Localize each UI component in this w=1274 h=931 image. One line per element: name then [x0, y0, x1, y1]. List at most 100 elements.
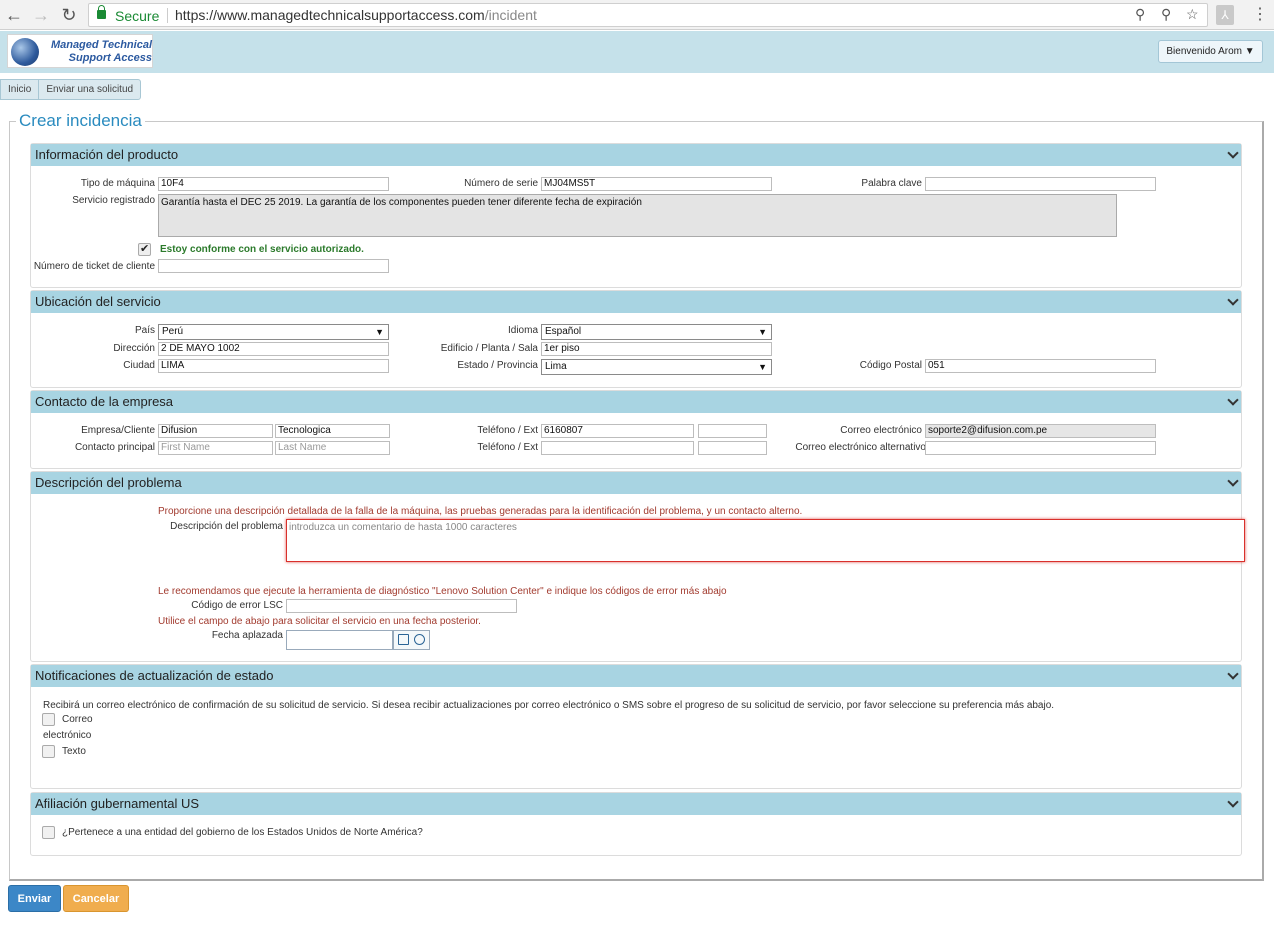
serial-field[interactable]: MJ04MS5T: [541, 177, 772, 191]
alt-email-label: Correo electrónico alternativo: [795, 442, 926, 453]
ticket-field[interactable]: [158, 259, 389, 273]
last-name-field[interactable]: Last Name: [275, 441, 390, 455]
email-option-checkbox[interactable]: [42, 713, 55, 726]
gov-checkbox[interactable]: [42, 826, 55, 839]
url-text[interactable]: https://www.managedtechnicalsupportacces…: [175, 7, 537, 23]
lsc-note: Le recomendamos que ejecute la herramien…: [158, 586, 727, 597]
text-option-checkbox[interactable]: [42, 745, 55, 758]
phone-label: Teléfono / Ext: [477, 425, 538, 436]
company-field-1[interactable]: Difusion: [158, 424, 273, 438]
machine-type-field[interactable]: 10F4: [158, 177, 389, 191]
breadcrumb-submit-request[interactable]: Enviar una solicitud: [39, 80, 140, 99]
service-label: Servicio registrado: [72, 195, 155, 206]
problem-instructions: Proporcione una descripción detallada de…: [158, 506, 803, 517]
defer-date-field[interactable]: [286, 630, 393, 650]
phone-field[interactable]: 6160807: [541, 424, 694, 438]
calendar-icon[interactable]: [398, 634, 409, 645]
send-button[interactable]: Enviar: [8, 885, 61, 912]
chevron-down-icon[interactable]: [1228, 798, 1237, 807]
pin-icon[interactable]: ⚲: [1161, 6, 1171, 23]
email-field[interactable]: soporte2@difusion.com.pe: [925, 424, 1156, 438]
company-label: Empresa/Cliente: [81, 425, 155, 436]
keyword-label: Palabra clave: [861, 178, 922, 189]
country-select[interactable]: Perú ▼: [158, 324, 389, 340]
clock-icon[interactable]: [414, 634, 425, 645]
email-label: Correo electrónico: [840, 425, 922, 436]
section-header[interactable]: Afiliación gubernamental US: [31, 793, 1241, 815]
alt-email-field[interactable]: [925, 441, 1156, 455]
phone-ext-field[interactable]: [698, 424, 767, 438]
chevron-down-icon[interactable]: [1228, 296, 1237, 305]
section-notifications: Notificaciones de actualización de estad…: [30, 664, 1242, 789]
first-name-field[interactable]: First Name: [158, 441, 273, 455]
lsc-label: Código de error LSC: [191, 600, 283, 611]
date-picker-buttons: [393, 630, 430, 650]
section-header[interactable]: Descripción del problema: [31, 472, 1241, 494]
gov-question: ¿Pertenece a una entidad del gobierno de…: [62, 827, 423, 838]
company-field-2[interactable]: Tecnologica: [275, 424, 390, 438]
back-icon[interactable]: ←: [3, 4, 25, 26]
section-header[interactable]: Ubicación del servicio: [31, 291, 1241, 313]
section-header[interactable]: Notificaciones de actualización de estad…: [31, 665, 1241, 687]
defer-label: Fecha aplazada: [211, 630, 283, 641]
browser-menu-icon[interactable]: ⋮: [1252, 4, 1268, 24]
keyword-field[interactable]: [925, 177, 1156, 191]
problem-desc-textarea[interactable]: introduzca un comentario de hasta 1000 c…: [286, 519, 1245, 562]
building-field[interactable]: 1er piso: [541, 342, 772, 356]
cancel-button[interactable]: Cancelar: [63, 885, 129, 912]
email-option-label-2: electrónico: [43, 730, 92, 741]
chevron-down-icon[interactable]: [1228, 477, 1237, 486]
building-label: Edificio / Planta / Sala: [440, 343, 538, 354]
defer-note: Utilice el campo de abajo para solicitar…: [158, 616, 481, 627]
machine-type-label: Tipo de máquina: [80, 178, 155, 189]
zip-label: Código Postal: [859, 360, 922, 371]
browser-toolbar: ← → ↻ Secure https://www.managedtechnica…: [0, 0, 1274, 30]
zip-field[interactable]: 051: [925, 359, 1156, 373]
globe-icon: [11, 38, 39, 66]
agree-checkbox[interactable]: [138, 242, 151, 256]
section-header[interactable]: Información del producto: [31, 144, 1241, 166]
secure-label: Secure: [115, 8, 160, 24]
state-label: Estado / Provincia: [457, 360, 538, 371]
lock-icon: [97, 5, 106, 19]
chevron-down-icon[interactable]: [1228, 670, 1237, 679]
star-icon[interactable]: ☆: [1186, 6, 1199, 23]
breadcrumb: Inicio Enviar una solicitud: [0, 79, 142, 100]
state-select[interactable]: Lima ▼: [541, 359, 772, 375]
forward-icon[interactable]: →: [30, 4, 52, 26]
phone2-field[interactable]: [541, 441, 694, 455]
page-title: Crear incidencia: [16, 111, 145, 131]
phone2-ext-field[interactable]: [698, 441, 767, 455]
ticket-label: Número de ticket de cliente: [33, 261, 155, 272]
serial-label: Número de serie: [464, 178, 538, 189]
logo[interactable]: Managed Technical Support Access: [7, 34, 153, 68]
address-label: Dirección: [113, 343, 155, 354]
service-textarea[interactable]: Garantía hasta el DEC 25 2019. La garant…: [158, 194, 1117, 237]
lsc-field[interactable]: [286, 599, 517, 613]
address-bar[interactable]: Secure https://www.managedtechnicalsuppo…: [88, 3, 1208, 27]
country-label: País: [134, 325, 155, 336]
section-gov-affiliation: Afiliación gubernamental US: [30, 792, 1242, 856]
app-header: Managed Technical Support Access: [0, 31, 1274, 73]
phone2-label: Teléfono / Ext: [477, 442, 538, 453]
chevron-down-icon[interactable]: [1228, 149, 1237, 158]
notifications-text: Recibirá un correo electrónico de confir…: [43, 700, 1055, 711]
language-select[interactable]: Español ▼: [541, 324, 772, 340]
city-field[interactable]: LIMA: [158, 359, 389, 373]
address-field[interactable]: 2 DE MAYO 1002: [158, 342, 389, 356]
agree-label: Estoy conforme con el servicio autorizad…: [160, 244, 364, 255]
main-contact-label: Contacto principal: [74, 442, 155, 453]
pdf-extension-icon[interactable]: ⅄: [1216, 5, 1234, 25]
email-option-label-1: Correo: [62, 714, 93, 725]
reload-icon[interactable]: ↻: [58, 4, 80, 26]
zoom-icon[interactable]: ⚲: [1135, 6, 1145, 23]
breadcrumb-home[interactable]: Inicio: [1, 80, 40, 99]
text-option-label: Texto: [62, 746, 86, 757]
user-menu-button[interactable]: Bienvenido Arom ▼: [1158, 40, 1263, 63]
logo-text: Managed Technical Support Access: [50, 39, 152, 64]
omnibox-divider: [167, 8, 168, 23]
section-header[interactable]: Contacto de la empresa: [31, 391, 1241, 413]
language-label: Idioma: [507, 325, 538, 336]
chevron-down-icon[interactable]: [1228, 396, 1237, 405]
problem-desc-label: Descripción del problema: [170, 521, 283, 532]
